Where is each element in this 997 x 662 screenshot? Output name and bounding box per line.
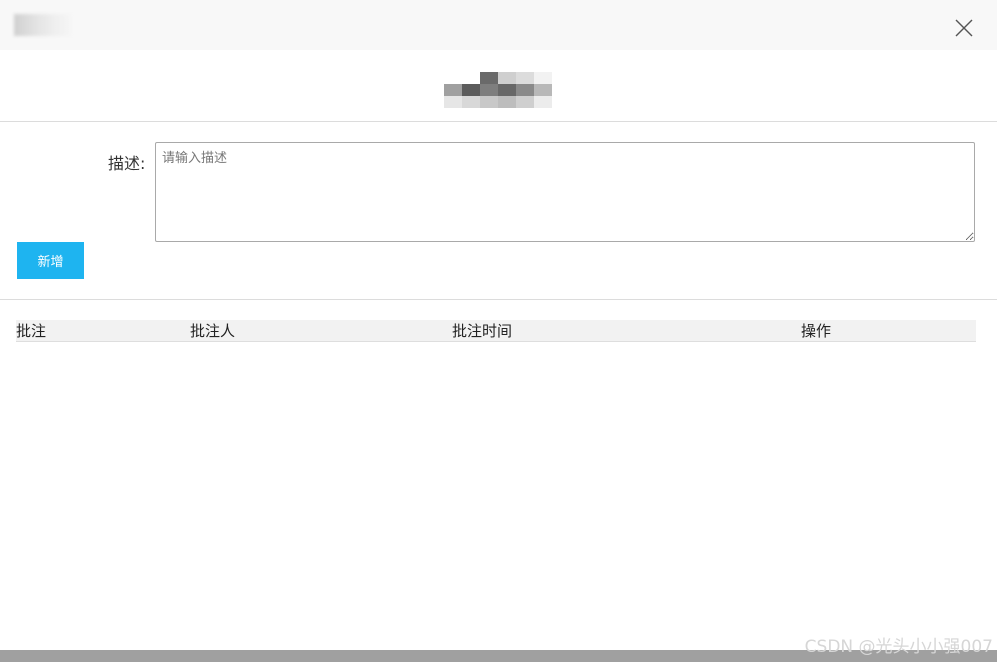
add-button[interactable]: 新增	[17, 242, 84, 279]
watermark: CSDN @光头小小强007	[804, 637, 993, 657]
form-divider	[0, 299, 997, 300]
dialog-title-blurred	[14, 14, 72, 36]
column-header-annotator: 批注人	[190, 322, 236, 340]
table-header-row: 批注 批注人 批注时间 操作	[16, 320, 976, 342]
close-button[interactable]	[952, 16, 976, 40]
column-header-annotation: 批注	[16, 322, 47, 340]
header-divider	[0, 121, 997, 122]
annotation-dialog: 描述: 新增 批注 批注人 批注时间 操作 CSDN @光头小小强007	[0, 0, 997, 662]
close-icon	[955, 19, 973, 37]
description-input[interactable]	[155, 142, 975, 242]
dialog-header	[0, 0, 997, 50]
page-title-pixelated	[444, 72, 552, 108]
column-header-annotation-time: 批注时间	[452, 322, 513, 340]
description-label: 描述:	[108, 154, 146, 173]
column-header-actions: 操作	[801, 322, 832, 340]
